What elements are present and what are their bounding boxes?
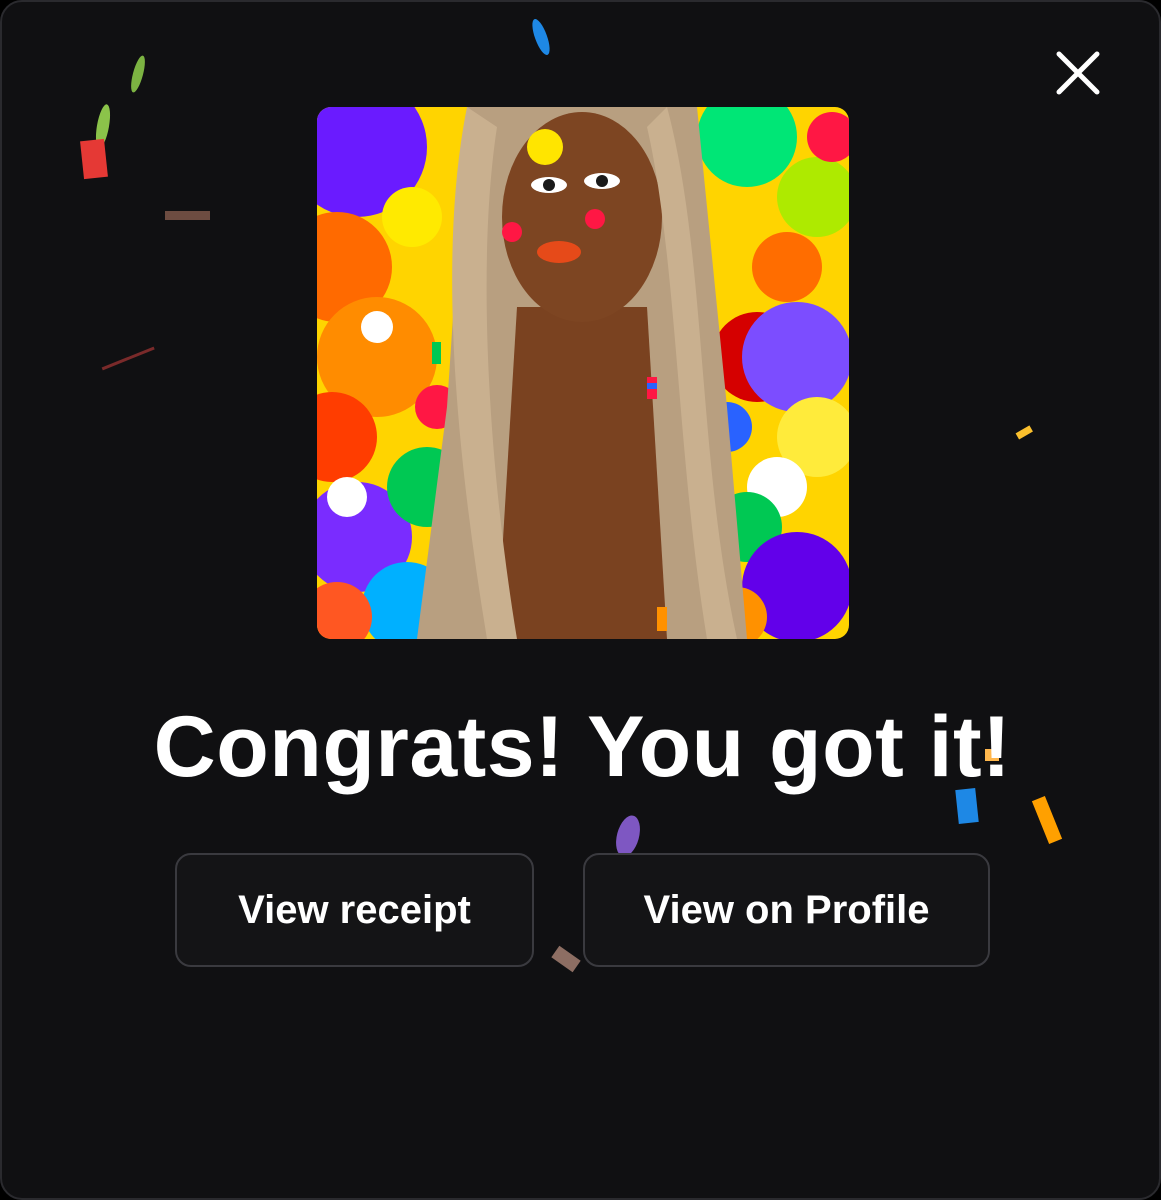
close-icon <box>1056 51 1100 95</box>
nft-artwork-image <box>317 107 849 639</box>
purchase-success-modal: Congrats! You got it! View receipt View … <box>0 0 1161 1200</box>
view-receipt-label: View receipt <box>238 887 471 932</box>
view-on-profile-button[interactable]: View on Profile <box>583 853 990 967</box>
view-receipt-button[interactable]: View receipt <box>175 853 534 967</box>
close-button[interactable] <box>1047 42 1109 104</box>
success-headline: Congrats! You got it! <box>153 699 1012 795</box>
artwork-illustration <box>317 107 849 639</box>
view-on-profile-label: View on Profile <box>643 887 930 932</box>
